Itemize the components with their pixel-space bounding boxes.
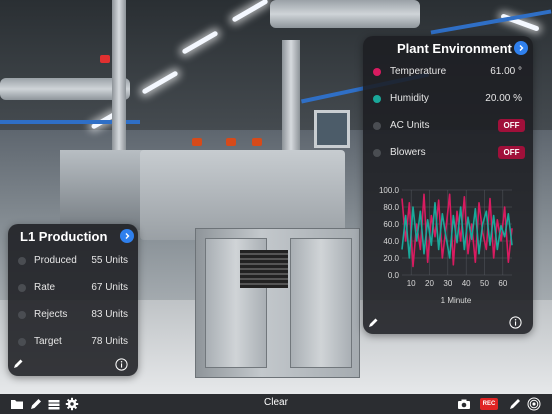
- x-axis-label: 1 Minute: [441, 296, 472, 305]
- ac-units-toggle[interactable]: OFF: [498, 119, 525, 132]
- x-tick-label: 60: [498, 279, 507, 288]
- temperature-value: 61.00 °: [490, 66, 522, 77]
- blowers-row: Blowers OFF: [363, 145, 533, 161]
- pen-icon[interactable]: [508, 397, 522, 411]
- row-label: Produced: [34, 255, 77, 266]
- cabinet-door: [290, 238, 352, 368]
- list-item-rejects: Rejects 83 Units: [8, 307, 138, 323]
- clear-button[interactable]: Clear: [264, 397, 288, 408]
- temperature-row: Temperature 61.00 °: [363, 64, 533, 80]
- folder-icon[interactable]: [10, 397, 24, 411]
- y-tick-label: 80.0: [383, 203, 399, 212]
- edit-icon[interactable]: [12, 358, 24, 370]
- y-axis-ticks: 100.0 80.0 60.0 40.0 20.0 0.0: [379, 186, 400, 280]
- conveyor: [60, 150, 150, 230]
- row-label: Temperature: [390, 66, 447, 77]
- status-dot: [18, 257, 26, 265]
- info-icon[interactable]: [115, 358, 128, 371]
- chevron-right-icon[interactable]: [514, 41, 528, 55]
- hmi-screen: [314, 110, 350, 148]
- row-value: 55 Units: [91, 255, 128, 266]
- y-tick-label: 0.0: [388, 271, 400, 280]
- humidity-row: Humidity 20.00 %: [363, 91, 533, 107]
- row-value: 67 Units: [91, 282, 128, 293]
- row-label: AC Units: [390, 120, 430, 131]
- air-duct: [270, 0, 420, 28]
- beacon-light: [192, 138, 202, 146]
- humidity-value: 20.00 %: [485, 93, 522, 104]
- humidity-legend-dot: [373, 95, 381, 103]
- gear-icon[interactable]: [65, 397, 79, 411]
- cabinet-vent: [240, 250, 288, 288]
- target-icon[interactable]: [527, 397, 541, 411]
- blowers-toggle[interactable]: OFF: [498, 146, 525, 159]
- row-label: Humidity: [390, 93, 429, 104]
- panel-title: L1 Production: [20, 229, 108, 244]
- x-axis-ticks: 10 20 30 40 50 60: [407, 279, 508, 288]
- row-label: Blowers: [390, 147, 426, 158]
- panel-title: Plant Environment: [397, 41, 512, 56]
- l1-production-panel: L1 Production Produced 55 Units Rate 67 …: [8, 224, 138, 376]
- x-tick-label: 20: [425, 279, 434, 288]
- row-label: Rejects: [34, 309, 68, 320]
- y-tick-label: 20.0: [383, 254, 399, 263]
- y-tick-label: 100.0: [379, 186, 400, 195]
- status-dot: [18, 311, 26, 319]
- x-tick-label: 40: [462, 279, 471, 288]
- camera-icon[interactable]: [457, 397, 471, 411]
- bottom-toolbar: Clear REC: [0, 394, 552, 414]
- y-tick-label: 40.0: [383, 237, 399, 246]
- list-item-target: Target 78 Units: [8, 334, 138, 350]
- x-tick-label: 50: [480, 279, 489, 288]
- machine-housing: [140, 150, 345, 240]
- row-label: Rate: [34, 282, 56, 293]
- beacon-light: [100, 55, 110, 63]
- list-item-produced: Produced 55 Units: [8, 253, 138, 269]
- layers-icon[interactable]: [47, 397, 61, 411]
- status-dot: [18, 338, 26, 346]
- row-label: Target: [34, 336, 62, 347]
- environment-chart: 100.0 80.0 60.0 40.0 20.0 0.0 10 20 30 40 50 60 1 …: [376, 178, 516, 310]
- x-tick-label: 30: [443, 279, 452, 288]
- status-dot: [18, 284, 26, 292]
- list-item-rate: Rate 67 Units: [8, 280, 138, 296]
- info-icon[interactable]: [509, 316, 522, 329]
- edit-icon[interactable]: [367, 317, 379, 329]
- row-value: 78 Units: [91, 336, 128, 347]
- air-duct: [0, 78, 130, 100]
- row-value: 83 Units: [91, 309, 128, 320]
- chart-series: [401, 193, 513, 268]
- beacon-light: [226, 138, 236, 146]
- chevron-right-icon[interactable]: [120, 229, 134, 243]
- y-tick-label: 60.0: [383, 220, 399, 229]
- temperature-legend-dot: [373, 68, 381, 76]
- x-tick-label: 10: [407, 279, 416, 288]
- line-chart: 100.0 80.0 60.0 40.0 20.0 0.0 10 20 30 40 50 60 1 …: [379, 186, 513, 305]
- status-dot: [373, 122, 381, 130]
- status-dot: [373, 149, 381, 157]
- pencil-icon[interactable]: [29, 397, 43, 411]
- ac-units-row: AC Units OFF: [363, 118, 533, 134]
- record-button[interactable]: REC: [480, 398, 498, 410]
- beacon-light: [252, 138, 262, 146]
